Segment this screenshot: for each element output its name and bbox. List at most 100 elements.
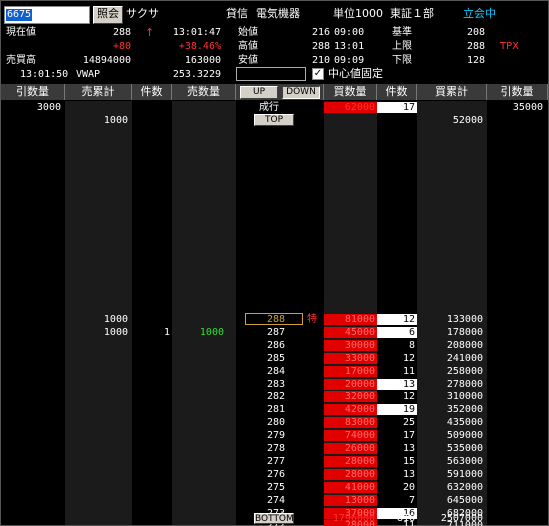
price-cell[interactable]: 278 [245,442,285,455]
buy-cum-cell: 645000 [446,495,483,506]
price-cell[interactable]: 287 [245,326,285,339]
bottom-button[interactable]: BOTTOM [254,513,294,524]
buy-qty-cell: 26000 [344,443,375,454]
buy-count-cell: 11 [402,366,415,377]
col-buy-cum: 買累計 [417,84,487,100]
sell-qty-cell: 1000 [199,327,224,338]
buy-cum-cell: 258000 [446,366,483,377]
buy-qty-cell: 42000 [344,404,375,415]
center-fixed-checkbox[interactable]: ✓ [312,68,324,80]
buy-qty-cell: 30000 [344,340,375,351]
buy-count-cell: 8 [408,340,415,351]
price-cell[interactable]: 281 [245,403,285,416]
center-price-input[interactable] [236,67,306,81]
up-button[interactable]: UP [240,86,278,99]
buy-qty-cell: 83000 [344,417,375,428]
low-time: 09:09 [334,55,365,66]
current-time: 13:01:47 [172,27,221,38]
up-arrow-icon: ↑ [145,26,155,39]
trading-unit: 単位1000 [333,7,383,20]
buy-cum-cell: 535000 [446,443,483,454]
buy-qty-cell: 13000 [344,495,375,506]
top-button[interactable]: TOP [254,114,294,126]
price-cell[interactable]: 277 [245,455,285,468]
down-button[interactable]: DOWN [282,86,320,99]
buy-cum-cell: 178000 [446,327,483,338]
vwap-value: 253.3229 [172,69,221,80]
buy-count-cell: 12 [402,353,415,364]
buy-count-cell: 13 [402,469,415,480]
price-cell[interactable]: 280 [245,416,285,429]
market-order-label: 成行 [259,102,279,113]
open-time: 09:00 [334,27,365,38]
vwap-time: 13:01:50 [20,69,69,80]
price-cell[interactable]: 276 [245,468,285,481]
price-cell[interactable]: 288 [245,313,285,326]
buy-count-cell: 20 [402,482,415,493]
low-label: 安値 [238,55,258,66]
buy-cum-top: 52000 [452,115,483,126]
market-name: 東証１部 [390,7,434,20]
volume-value: 14894000 [82,55,131,66]
buy-cum-cell: 591000 [446,469,483,480]
current-price-label: 現在値 [6,27,36,38]
buy-count-cell: 13 [402,443,415,454]
price-cell[interactable]: 284 [245,365,285,378]
buy-qty-cell: 81000 [344,314,375,325]
base-label: 基準 [392,27,412,38]
price-cell[interactable]: 279 [245,429,285,442]
price-cell[interactable]: 285 [245,352,285,365]
stock-code-value: 6675 [6,9,33,21]
buy-count-cell: 17 [402,430,415,441]
high-label: 高値 [238,41,258,52]
buy-cum-cell: 310000 [446,391,483,402]
sell-qty-column [172,101,236,525]
sell-close-qty-total: 3000 [36,102,61,113]
market-buy-qty: 62000 [344,102,375,113]
price-cell[interactable]: 275 [245,481,285,494]
buy-qty-cell: 17000 [344,366,375,377]
buy-cum-cell: 133000 [446,314,483,325]
buy-qty-cell: 32000 [344,391,375,402]
buy-qty-cell: 41000 [344,482,375,493]
lower-limit-label: 下限 [392,55,412,66]
buy-qty-cell: 45000 [344,327,375,338]
stock-code-input[interactable]: 6675 [4,6,90,24]
open-price: 216 [311,27,330,38]
price-cell[interactable]: 282 [245,390,285,403]
lookup-button[interactable]: 照会 [93,6,123,24]
tpx-label: TPX [500,41,519,52]
buy-close-qty-total: 35000 [512,102,543,113]
vwap-label: VWAP [76,69,101,80]
session-status: 立会中 [463,7,496,20]
col-sell-cum: 売累計 [65,84,132,100]
margin-type: 貸信 [226,7,248,20]
buy-cum-cell: 563000 [446,456,483,467]
sell-close-qty-cell: 1000 [103,314,128,325]
buy-cum-cell: 632000 [446,482,483,493]
current-price: 288 [112,27,131,38]
price-cell[interactable]: 286 [245,339,285,352]
low-price: 210 [311,55,330,66]
total-buy-cum: 2507000 [440,513,483,524]
sell-close-qty-cell: 1000 [103,327,128,338]
col-buy-close-qty: 引数量 [487,84,548,100]
col-buy-count: 件数 [377,84,417,100]
price-change: +80 [112,41,131,52]
price-cell[interactable]: 274 [245,494,285,507]
sector-name: 電気機器 [256,7,300,20]
buy-count-cell: 12 [402,391,415,402]
base-price: 208 [466,27,485,38]
trade-value: 163000 [184,55,221,66]
buy-qty-cell: 28000 [344,469,375,480]
col-buy-qty: 買数量 [324,84,377,100]
center-fixed-label: 中心値固定 [328,67,383,80]
total-buy-count: 816 [396,513,415,524]
lower-limit: 128 [466,55,485,66]
buy-qty-cell: 74000 [344,430,375,441]
special-quote-mark: 特 [307,314,317,325]
sell-count-cell: 1 [163,327,170,338]
volume-label: 売買高 [6,55,36,66]
buy-cum-cell: 352000 [446,404,483,415]
upper-limit: 288 [466,41,485,52]
